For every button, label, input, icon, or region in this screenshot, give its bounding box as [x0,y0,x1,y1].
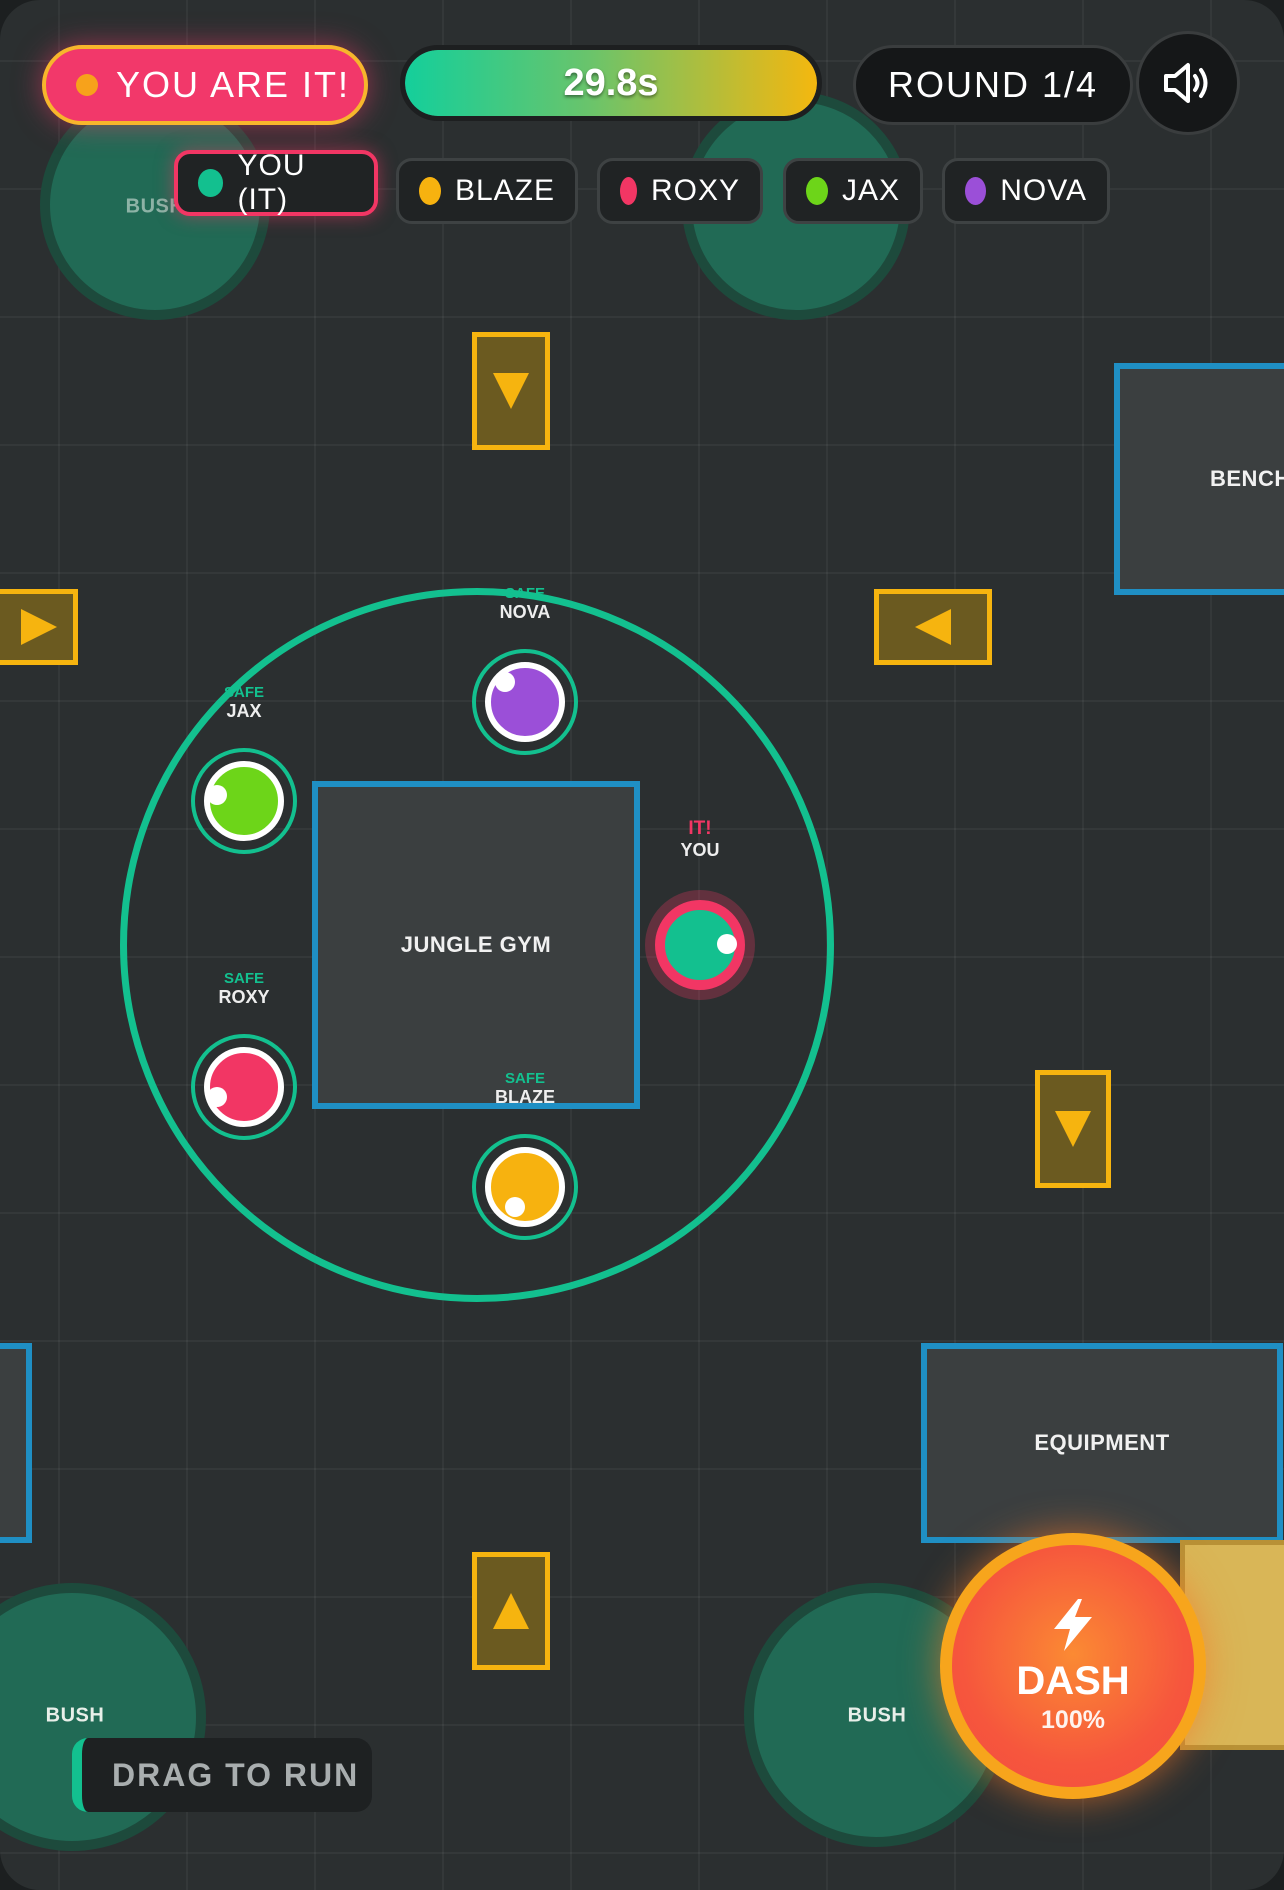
roster-chip-label: ROXY [650,174,740,207]
player-you: IT! YOU [645,818,755,1000]
obstacle-label: BENCH [1210,466,1284,491]
obstacle-label: EQUIPMENT [1034,1430,1170,1455]
player-avatar [485,662,565,742]
lightning-bolt-icon [1054,1599,1092,1651]
roster-chip-blaze: BLAZE [396,158,578,224]
player-jax: SAFE JAX [191,684,297,854]
roster-chip-you: YOU (IT) [174,149,378,216]
player-name: JAX [226,701,262,721]
status-dot [76,74,98,96]
player-avatar [204,761,284,841]
player-status: SAFE [504,585,546,602]
player-nova: SAFE NOVA [472,585,578,755]
arrow-left-icon [915,609,951,645]
speaker-volume-icon [1164,63,1208,103]
player-status: SAFE [504,1070,546,1087]
roster-color-dot [419,177,441,205]
obstacle-label: JUNGLE GYM [400,932,552,957]
roster-color-dot [198,169,224,197]
arrow-down-icon [493,373,529,409]
sound-toggle-button[interactable] [1136,31,1240,135]
obstacle-bench: BENCH [1114,363,1284,595]
player-eye [495,672,515,692]
roster-color-dot [965,177,987,205]
status-banner-text: YOU ARE IT! [116,64,351,105]
roster-color-dot [620,177,637,205]
roster-chip-label: BLAZE [454,174,555,207]
roster-chip-roxy: ROXY [597,158,763,224]
it-status-banner: YOU ARE IT! [42,45,368,125]
player-eye [207,785,227,805]
roster-chip-label: NOVA [1000,174,1087,207]
roster-chip-nova: NOVA [942,158,1110,224]
player-name: ROXY [218,987,270,1007]
player-blaze: SAFE BLAZE [472,1070,578,1240]
player-name: NOVA [499,602,551,622]
arrow-pad-right [0,589,78,665]
obstacle-left-edge [0,1343,32,1543]
arrow-up-icon [493,1593,529,1629]
player-name: BLAZE [495,1087,555,1107]
player-eye [207,1087,227,1107]
arrow-right-icon [21,609,57,645]
player-eye [717,934,737,954]
player-avatar [655,900,745,990]
obstacle-jungle-gym: JUNGLE GYM [312,781,640,1109]
arrow-pad-left [874,589,992,665]
round-timer-bar: 29.8s [400,45,822,121]
it-tag: IT! [688,818,712,839]
drag-to-run-hint[interactable]: DRAG TO RUN [72,1738,372,1812]
roster-chip-label: JAX [841,174,900,207]
player-name: YOU [680,840,720,860]
roster-chip-label: YOU (IT) [237,149,306,216]
roster-chip-jax: JAX [783,158,923,224]
arrow-pad-down [472,332,550,450]
player-roxy: SAFE ROXY [191,970,297,1140]
dash-charge: 100% [1041,1706,1105,1734]
player-status: SAFE [223,970,265,987]
round-indicator: ROUND 1/4 [853,45,1133,125]
player-avatar [485,1147,565,1227]
bush-label: BUSH [45,1704,105,1727]
dash-label: DASH [1016,1659,1130,1703]
arrow-pad-up [472,1552,550,1670]
obstacle-equipment: EQUIPMENT [921,1343,1283,1543]
arrow-pad-down [1035,1070,1111,1188]
player-status: SAFE [223,684,265,701]
arrow-down-icon [1055,1111,1091,1147]
roster-color-dot [806,177,828,205]
player-eye [505,1197,525,1217]
player-avatar [204,1047,284,1127]
game-stage[interactable]: BUSH BUSH BUSH BENCH EQUIPMENT JUNGLE GY… [0,0,1284,1890]
bush-label: BUSH [847,1704,907,1727]
dash-button[interactable]: DASH 100% [940,1533,1206,1799]
timer-text: 29.8s [563,61,659,104]
